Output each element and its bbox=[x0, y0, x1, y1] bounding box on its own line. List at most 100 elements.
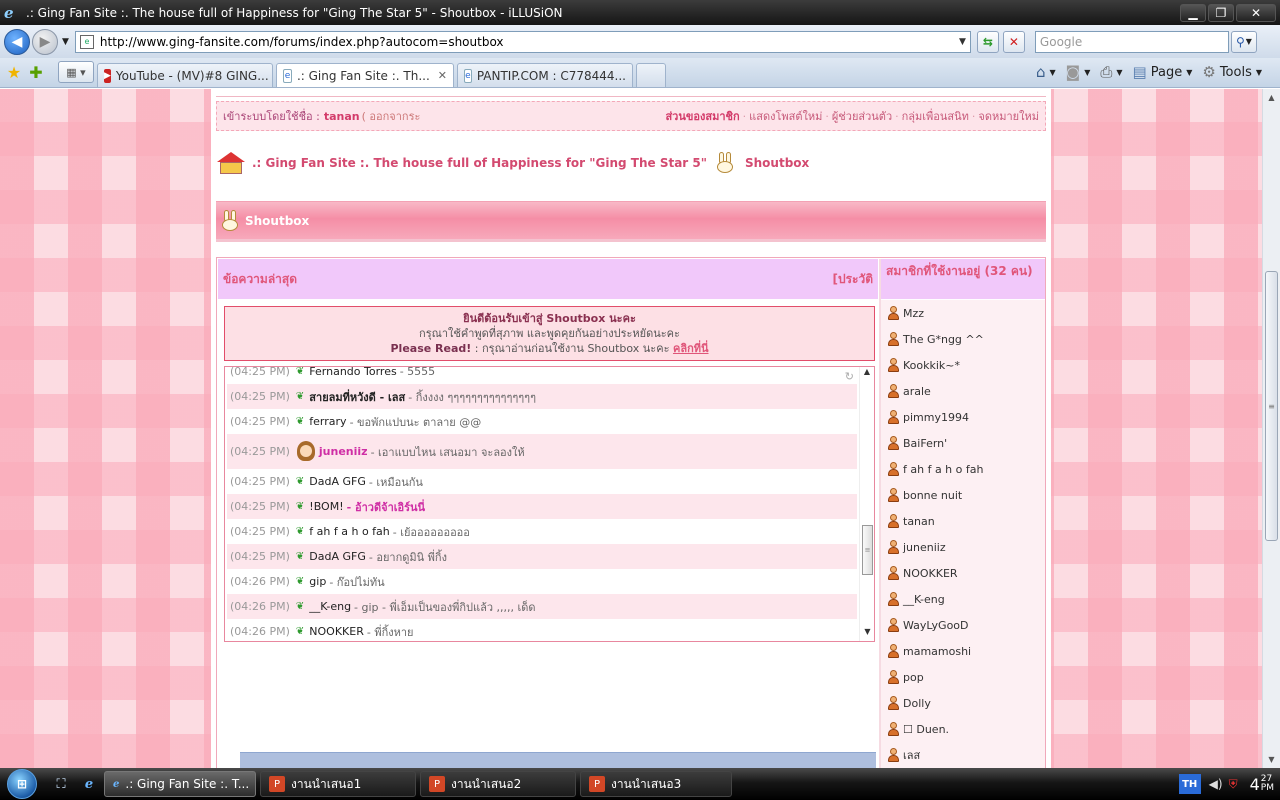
home-button[interactable]: ⌂ ▼ bbox=[1036, 63, 1056, 81]
search-button[interactable]: ⚲ ▼ bbox=[1230, 30, 1257, 53]
member-name[interactable]: NOOKKER bbox=[903, 567, 958, 580]
message-author-link[interactable]: DadA GFG bbox=[309, 550, 366, 563]
online-member[interactable]: Dolly bbox=[881, 690, 1045, 716]
history-dropdown-icon[interactable]: ▼ bbox=[62, 37, 69, 47]
forward-button[interactable]: ▶ bbox=[32, 28, 58, 55]
member-name[interactable]: เลส bbox=[903, 746, 920, 764]
add-favorites-icon[interactable]: ✚ bbox=[26, 61, 46, 83]
taskbar-button[interactable]: P งานนำเสนอ1 bbox=[260, 771, 416, 797]
page-scrollbar[interactable]: ▲ ≡ ▼ bbox=[1262, 89, 1280, 768]
quick-tabs-button[interactable]: ▦ ▾ bbox=[58, 61, 94, 83]
back-button[interactable]: ◀ bbox=[4, 28, 30, 55]
page-scroll-thumb[interactable]: ≡ bbox=[1265, 271, 1278, 541]
page-scroll-down-icon[interactable]: ▼ bbox=[1263, 751, 1280, 768]
search-dropdown-icon[interactable]: ▼ bbox=[1246, 37, 1252, 46]
language-indicator[interactable]: TH bbox=[1178, 774, 1201, 794]
my-friends-link[interactable]: กลุ่มเพื่อนสนิท bbox=[902, 110, 969, 123]
address-dropdown-icon[interactable]: ▼ bbox=[959, 37, 966, 47]
member-name[interactable]: BaiFern' bbox=[903, 437, 947, 450]
clock[interactable]: 4 27 PM bbox=[1250, 775, 1274, 794]
taskbar-button[interactable]: P งานนำเสนอ2 bbox=[420, 771, 576, 797]
online-member[interactable]: NOOKKER bbox=[881, 560, 1045, 586]
online-member[interactable]: เลส bbox=[881, 742, 1045, 768]
address-input[interactable]: e http://www.ging-fansite.com/forums/ind… bbox=[74, 30, 971, 53]
online-member[interactable]: pop bbox=[881, 664, 1045, 690]
online-member[interactable]: juneniiz bbox=[881, 534, 1045, 560]
message-author-link[interactable]: ferrary bbox=[309, 415, 346, 428]
print-button[interactable]: ⎙ ▼ bbox=[1100, 63, 1122, 81]
address-url[interactable]: http://www.ging-fansite.com/forums/index… bbox=[100, 35, 959, 49]
minimize-button[interactable]: ▁ bbox=[1180, 3, 1206, 22]
online-member[interactable]: BaiFern' bbox=[881, 430, 1045, 456]
taskbar-button[interactable]: e .: Ging Fan Site :. T... bbox=[104, 771, 256, 797]
breadcrumb-site-link[interactable]: .: Ging Fan Site :. The house full of Ha… bbox=[252, 156, 707, 170]
member-name[interactable]: Dolly bbox=[903, 697, 931, 710]
member-name[interactable]: WayLyGooD bbox=[903, 619, 969, 632]
username-link[interactable]: tanan bbox=[324, 110, 360, 123]
online-member[interactable]: The G*ngg ^^ bbox=[881, 326, 1045, 352]
member-name[interactable]: tanan bbox=[903, 515, 935, 528]
page-scroll-up-icon[interactable]: ▲ bbox=[1263, 89, 1280, 106]
close-window-button[interactable]: ✕ bbox=[1236, 3, 1276, 22]
logout-link[interactable]: ( ออกจากระ bbox=[362, 107, 421, 125]
member-name[interactable]: Mzz bbox=[903, 307, 924, 320]
member-name[interactable]: bonne nuit bbox=[903, 489, 962, 502]
my-controls-link[interactable]: ส่วนของสมาชิก bbox=[665, 110, 739, 123]
member-name[interactable]: The G*ngg ^^ bbox=[903, 333, 984, 346]
message-author-link[interactable]: Fernando Torres bbox=[309, 367, 396, 378]
feeds-button[interactable]: ◙ ▼ bbox=[1066, 63, 1091, 81]
stop-button[interactable]: ✕ bbox=[1002, 30, 1025, 53]
online-member[interactable]: arale bbox=[881, 378, 1045, 404]
messenger-link[interactable]: จดหมายใหม่ bbox=[978, 110, 1039, 123]
favorites-star-icon[interactable]: ★ bbox=[4, 61, 24, 83]
member-name[interactable]: juneniiz bbox=[903, 541, 946, 554]
breadcrumb-current[interactable]: Shoutbox bbox=[745, 156, 809, 170]
scroll-thumb[interactable]: ≡ bbox=[862, 525, 873, 575]
message-author-link[interactable]: gip bbox=[309, 575, 326, 588]
taskbar-button[interactable]: P งานนำเสนอ3 bbox=[580, 771, 732, 797]
member-name[interactable]: mamamoshi bbox=[903, 645, 971, 658]
online-member[interactable]: ☐ Duen. bbox=[881, 716, 1045, 742]
tab-youtube[interactable]: ▶ YouTube - (MV)#8 GING... bbox=[97, 63, 273, 87]
message-author-link[interactable]: !BOM! bbox=[309, 500, 343, 513]
start-button[interactable]: ⊞ bbox=[0, 768, 44, 800]
messages-scrollbar[interactable]: ▲ ≡ ▼ bbox=[859, 367, 874, 641]
my-assistant-link[interactable]: ผู้ช่วยส่วนตัว bbox=[832, 110, 892, 123]
member-name[interactable]: ☐ Duen. bbox=[903, 723, 949, 736]
message-author-link[interactable]: juneniiz bbox=[319, 445, 368, 458]
member-name[interactable]: Kookkik~* bbox=[903, 359, 960, 372]
online-member[interactable]: Mzz bbox=[881, 300, 1045, 326]
message-author-link[interactable]: f ah f a h o fah bbox=[309, 525, 389, 538]
online-member[interactable]: WayLyGooD bbox=[881, 612, 1045, 638]
tools-menu[interactable]: ⚙ Tools ▼ bbox=[1202, 63, 1262, 81]
refresh-button[interactable]: ⇆ bbox=[976, 30, 999, 53]
online-member[interactable]: pimmy1994 bbox=[881, 404, 1045, 430]
message-author-link[interactable]: NOOKKER bbox=[309, 625, 364, 638]
refresh-messages-icon[interactable]: ↻ bbox=[845, 370, 854, 383]
search-input[interactable]: Google bbox=[1034, 30, 1229, 53]
member-name[interactable]: arale bbox=[903, 385, 931, 398]
tab-pantip[interactable]: e PANTIP.COM : C778444... bbox=[457, 63, 633, 87]
member-name[interactable]: pop bbox=[903, 671, 924, 684]
online-member[interactable]: tanan bbox=[881, 508, 1045, 534]
online-member[interactable]: __K-eng bbox=[881, 586, 1045, 612]
message-author-link[interactable]: __K-eng bbox=[309, 600, 351, 613]
page-menu[interactable]: ▤ Page ▼ bbox=[1133, 63, 1193, 81]
view-new-posts-link[interactable]: แสดงโพสต์ใหม่ bbox=[749, 110, 822, 123]
member-name[interactable]: pimmy1994 bbox=[903, 411, 969, 424]
message-author-link[interactable]: สายลมที่หวังดี - เลส bbox=[309, 388, 405, 406]
message-author-link[interactable]: DadA GFG bbox=[309, 475, 366, 488]
history-link[interactable]: [ประวัติ bbox=[832, 270, 873, 289]
member-name[interactable]: f ah f a h o fah bbox=[903, 463, 983, 476]
close-tab-icon[interactable]: ✕ bbox=[438, 69, 447, 82]
speaker-icon[interactable]: ◀) bbox=[1209, 777, 1223, 791]
messages-box[interactable]: (04:25 PM) ❦ Fernando Torres - 5555 (04:25 P… bbox=[224, 366, 875, 642]
new-tab-button[interactable] bbox=[636, 63, 666, 87]
member-name[interactable]: __K-eng bbox=[903, 593, 945, 606]
online-member[interactable]: f ah f a h o fah bbox=[881, 456, 1045, 482]
online-member[interactable]: Kookkik~* bbox=[881, 352, 1045, 378]
maximize-button[interactable]: ❐ bbox=[1208, 3, 1234, 22]
click-here-link[interactable]: คลิกที่นี่ bbox=[673, 342, 709, 355]
online-member[interactable]: bonne nuit bbox=[881, 482, 1045, 508]
tab-ging-fansite[interactable]: e .: Ging Fan Site :. Th... ✕ bbox=[276, 63, 454, 87]
